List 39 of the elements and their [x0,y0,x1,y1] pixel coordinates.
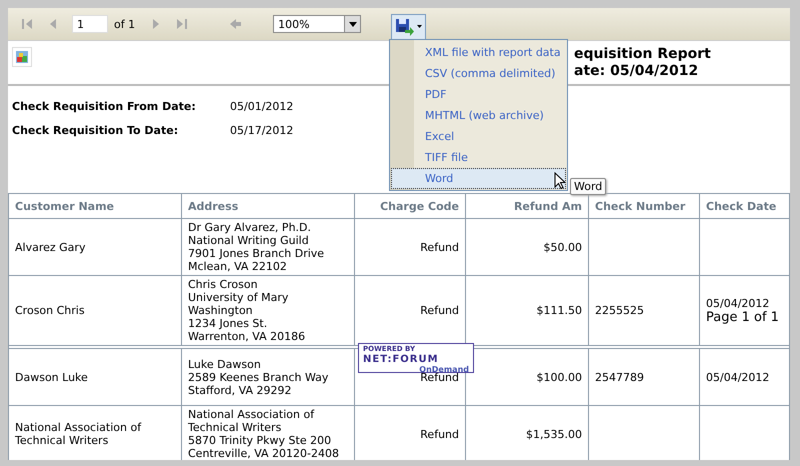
menu-item[interactable]: Excel [391,126,566,147]
menu-item[interactable]: Word [391,168,566,189]
column-header: Charge Code [354,194,466,218]
export-button[interactable] [391,14,426,40]
report-title: equisition Report [574,46,711,63]
table-cell: 05/04/2012 [700,348,790,406]
menu-item[interactable]: CSV (comma delimited) [391,63,566,84]
menu-item[interactable]: MHTML (web archive) [391,105,566,126]
parameter-label: Check Requisition To Date: [12,124,180,139]
table-cell: Dr Gary Alvarez, Ph.D. National Writing Guild 7901 Jones Branch Drive Mclean, VA 22102 [182,218,354,276]
table-cell-text: 05/04/2012 [706,296,770,310]
mouse-pointer-icon [554,172,565,189]
table-cell: $50.00 [466,218,588,276]
table-cell: Luke Dawson 2589 Keenes Branch Way Stafford, VA 29292 [182,348,354,406]
page-footer: Page 1 of 1 [706,310,783,324]
table-cell: Refund [354,218,466,276]
table-cell: Croson Chris [8,276,182,346]
report-title: ate: 05/04/2012 [574,63,700,80]
page-number-field[interactable]: 1 [72,15,108,33]
parameter-value: 05/17/2012 [230,124,294,139]
menu-item[interactable]: PDF [391,84,566,105]
column-header: Check Date [700,194,790,218]
menu-item[interactable]: XML file with report data [391,42,566,63]
column-header: Address [182,194,354,218]
tooltip: Word [570,178,606,195]
page-count: of 1 [114,18,136,30]
table-cell: Dawson Luke [8,348,182,406]
image-icon[interactable] [12,47,32,67]
table-cell: Chris Croson University of Mary Washington 1234 Jones St. Warrenton, VA 20186 [182,276,354,346]
parameter-label: Check Requisition From Date: [12,100,197,115]
caret-icon [348,22,357,26]
table-cell: Alvarez Gary [8,218,182,276]
table-cell: 2255525 [588,276,700,346]
menu-item[interactable]: TIFF file [391,147,566,168]
table-cell: National Association of Technical Writers [8,406,182,460]
table-cell: 2547789 [588,348,700,406]
parameter-value: 05/01/2012 [230,100,294,115]
column-header: Customer Name [8,194,182,218]
zoom-dropdown[interactable]: 100% [273,15,362,33]
